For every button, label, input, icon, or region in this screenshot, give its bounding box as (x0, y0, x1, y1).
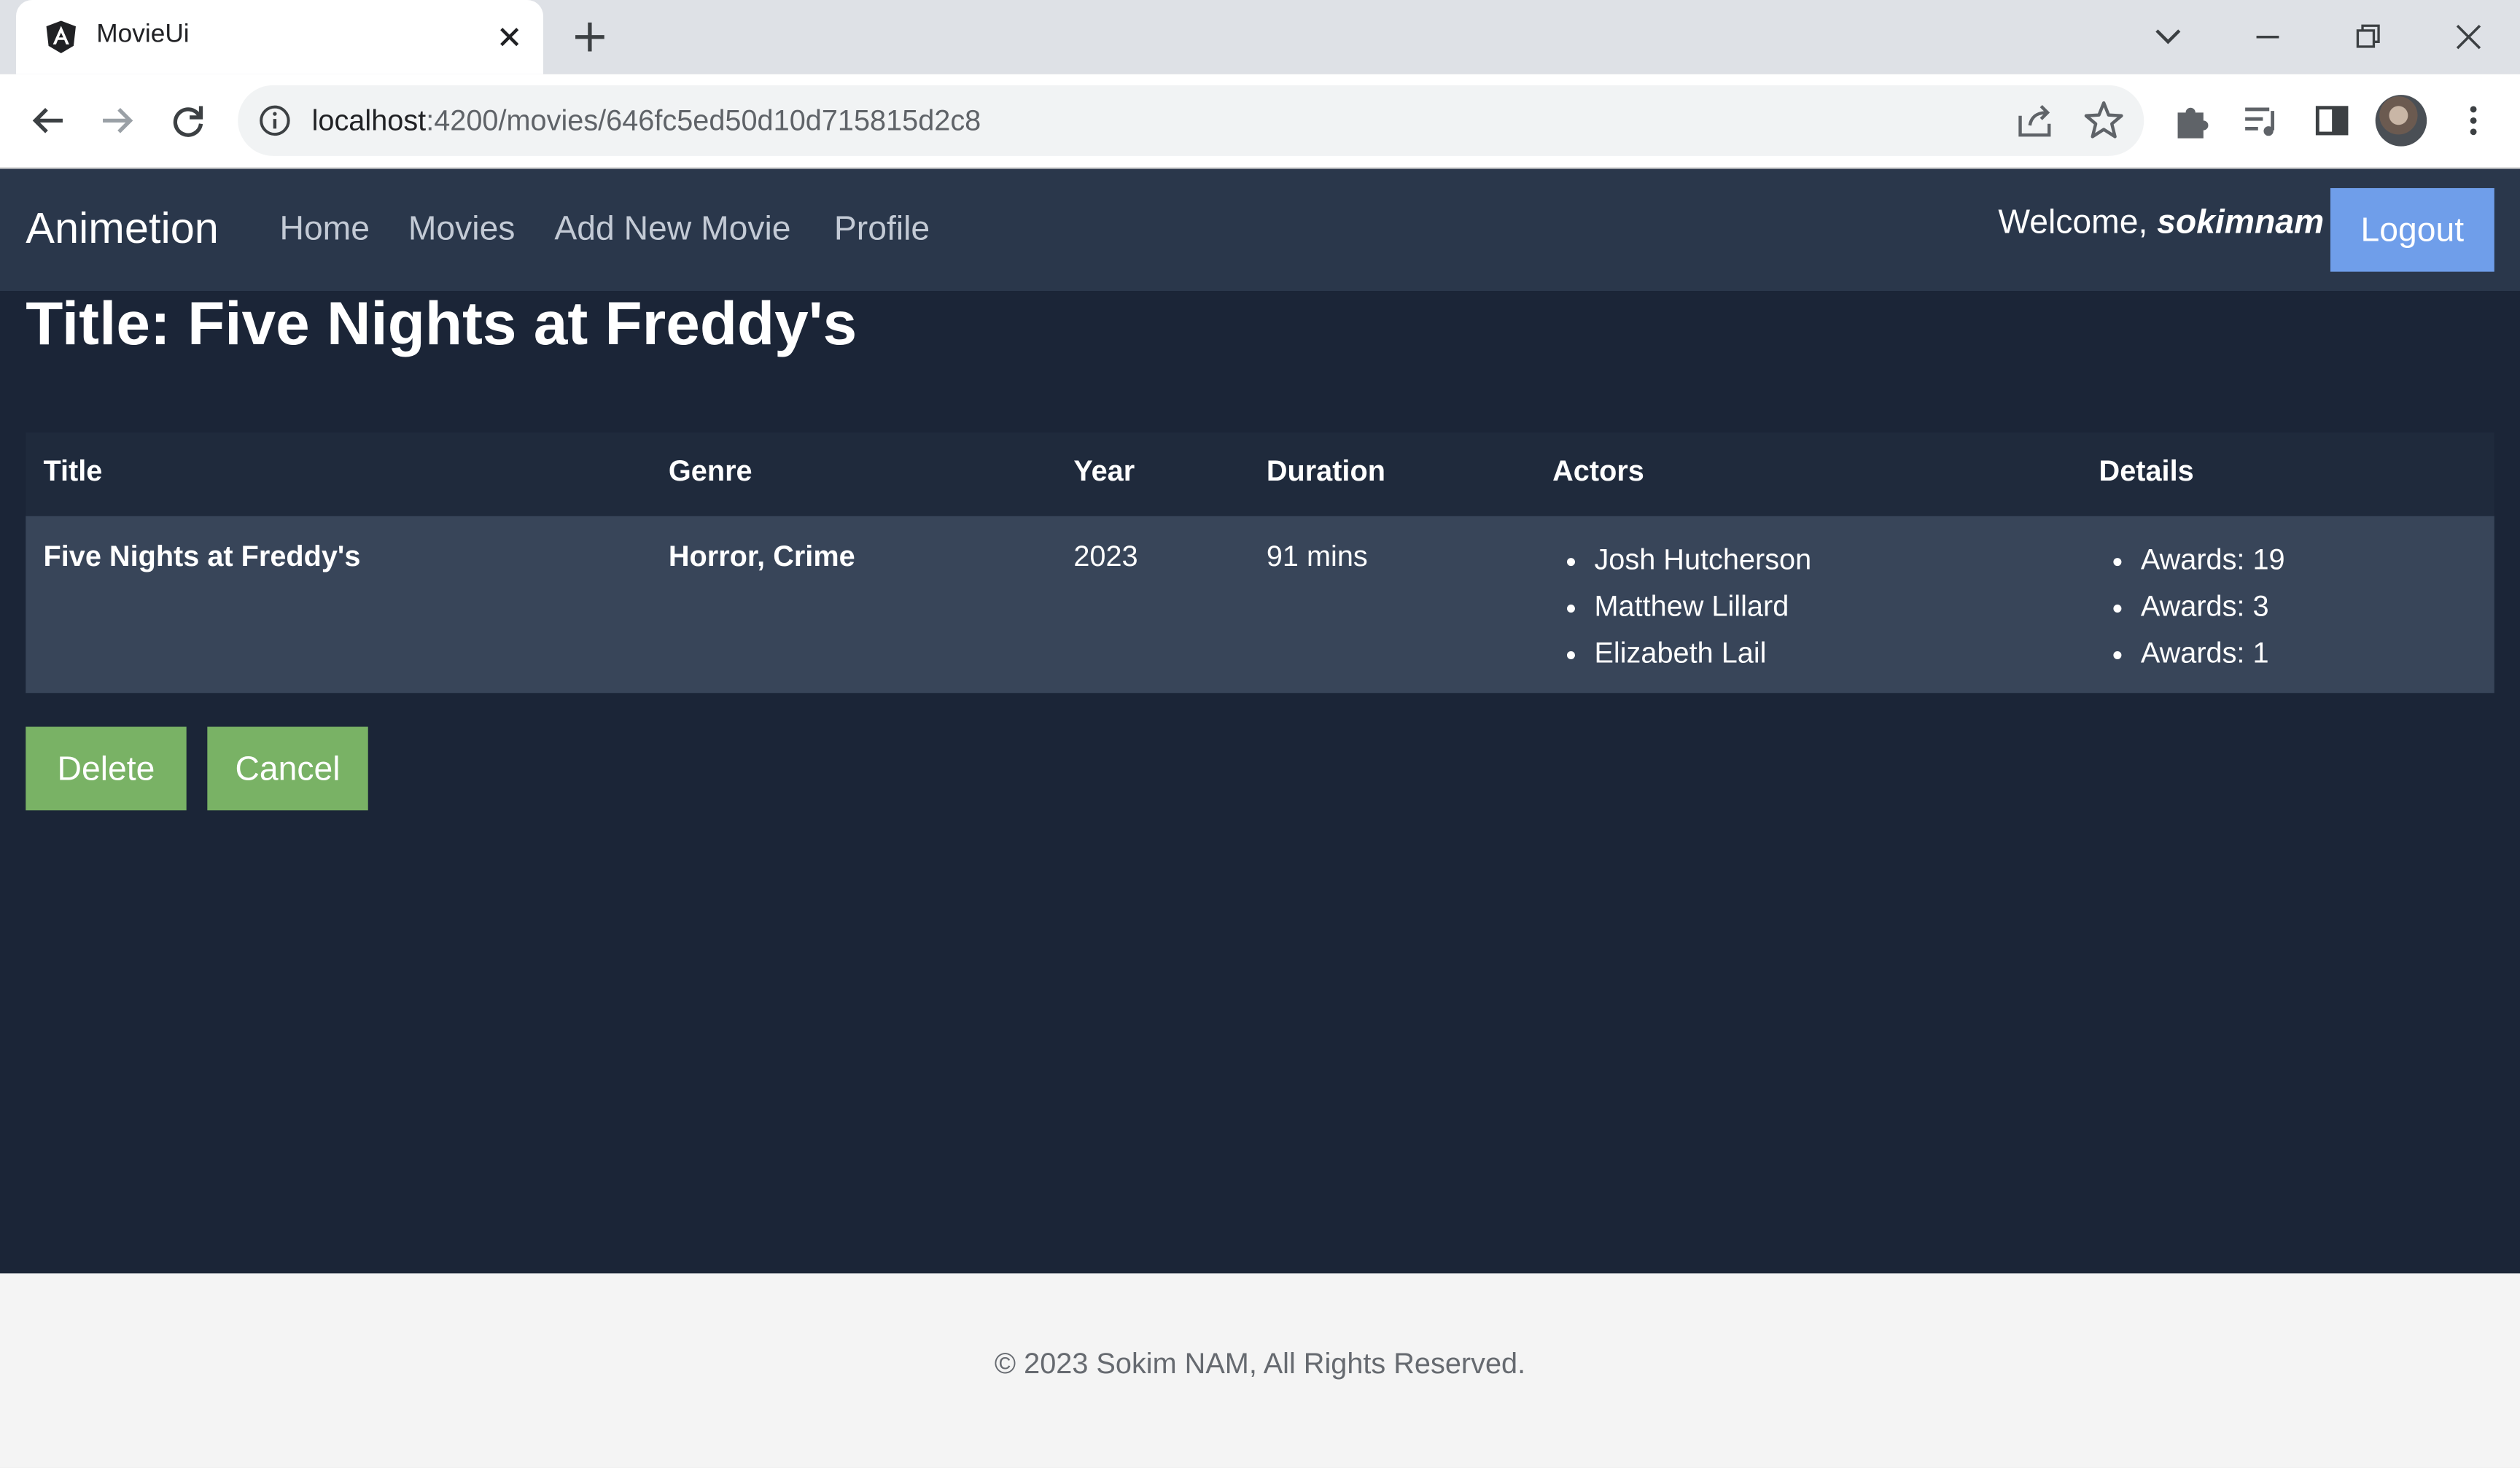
profile-avatar[interactable] (2375, 95, 2427, 147)
logout-button[interactable]: Logout (2330, 187, 2494, 272)
forward-arrow-icon[interactable] (93, 96, 141, 144)
detail-item: Awards: 19 (2141, 537, 2285, 583)
reload-icon[interactable] (164, 96, 212, 144)
footer-copyright: © 2023 Sokim NAM, All Rights Reserved. (994, 1347, 1526, 1380)
column-header-actors: Actors (1552, 454, 1644, 488)
column-header-details: Details (2099, 454, 2194, 488)
browser-menu-icon[interactable] (2449, 96, 2497, 144)
page-footer: © 2023 Sokim NAM, All Rights Reserved. (0, 1273, 2520, 1468)
page-title: Title: Five Nights at Freddy's (26, 291, 858, 359)
url-text[interactable]: localhost:4200/movies/646fc5ed50d10d7158… (312, 104, 981, 138)
close-window-icon[interactable] (2444, 13, 2492, 61)
side-panel-icon[interactable] (2308, 96, 2356, 144)
table-row: Five Nights at Freddy's Horror, Crime 20… (26, 516, 2494, 694)
nav-link-home[interactable]: Home (280, 211, 370, 249)
cell-duration: 91 mins (1266, 540, 1368, 572)
welcome-prefix: Welcome, (1998, 204, 2158, 241)
share-icon[interactable] (2010, 96, 2058, 144)
address-bar[interactable]: localhost:4200/movies/646fc5ed50d10d7158… (238, 85, 2144, 156)
details-list: Awards: 19 Awards: 3 Awards: 1 (2099, 537, 2285, 677)
actor-item: Elizabeth Lail (1594, 630, 1811, 677)
tab-title: MovieUi (96, 20, 190, 49)
browser-tab[interactable]: MovieUi (16, 0, 543, 74)
close-tab-icon[interactable] (491, 19, 526, 55)
cell-year: 2023 (1073, 540, 1138, 572)
cell-genre: Horror, Crime (668, 540, 855, 572)
angular-logo-icon (46, 20, 76, 53)
url-host: localhost (311, 104, 427, 137)
site-info-icon[interactable] (257, 103, 292, 139)
media-queue-icon[interactable] (2237, 96, 2285, 144)
column-header-genre: Genre (668, 454, 752, 488)
brand-logo[interactable]: Animetion (26, 204, 219, 254)
restore-icon[interactable] (2344, 13, 2392, 61)
nav-link-add-new-movie[interactable]: Add New Movie (554, 211, 790, 249)
browser-toolbar: localhost:4200/movies/646fc5ed50d10d7158… (0, 74, 2520, 169)
column-header-duration: Duration (1266, 454, 1385, 488)
column-header-year: Year (1073, 454, 1135, 488)
detail-item: Awards: 1 (2141, 630, 2285, 677)
main-content: Title: Five Nights at Freddy's Title Gen… (0, 291, 2520, 1274)
actors-list: Josh Hutcherson Matthew Lillard Elizabet… (1552, 537, 1811, 677)
minimize-icon[interactable] (2244, 13, 2292, 61)
table-header-row: Title Genre Year Duration Actors Details (26, 432, 2494, 516)
welcome-message: Welcome, sokimnam (1998, 204, 2324, 243)
new-tab-icon[interactable] (569, 16, 610, 58)
bookmark-star-icon[interactable] (2080, 96, 2128, 144)
column-header-title: Title (43, 454, 103, 488)
delete-button[interactable]: Delete (26, 726, 187, 811)
cell-title: Five Nights at Freddy's (43, 540, 361, 572)
extensions-puzzle-icon[interactable] (2168, 96, 2216, 144)
cancel-button[interactable]: Cancel (207, 726, 368, 811)
username: sokimnam (2157, 204, 2325, 241)
url-path: :4200/movies/646fc5ed50d10d715815d2c8 (426, 104, 981, 137)
nav-link-profile[interactable]: Profile (834, 211, 930, 249)
detail-item: Awards: 3 (2141, 583, 2285, 630)
browser-tab-strip: MovieUi (0, 0, 2520, 74)
back-arrow-icon[interactable] (24, 96, 72, 144)
tab-search-chevron-icon[interactable] (2144, 13, 2192, 61)
actor-item: Matthew Lillard (1594, 583, 1811, 630)
app-navbar: Animetion Home Movies Add New Movie Prof… (0, 168, 2520, 292)
nav-link-movies[interactable]: Movies (408, 211, 516, 249)
actor-item: Josh Hutcherson (1594, 537, 1811, 583)
